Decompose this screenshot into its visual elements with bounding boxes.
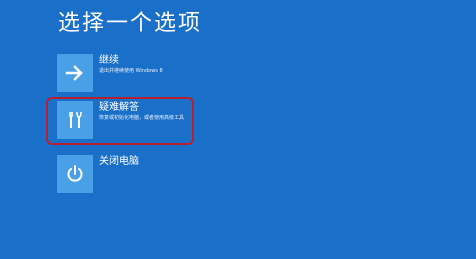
shutdown-tile[interactable] [57, 155, 93, 193]
continue-description: 退出并继续使用 Windows 8 [99, 68, 163, 74]
troubleshoot-option[interactable]: 疑难解答 恢复或初始化电脑，或者使用高级工具 [57, 101, 357, 143]
tools-icon [69, 111, 82, 128]
shutdown-label: 关闭电脑 [99, 156, 139, 167]
power-icon [67, 165, 83, 182]
arrow-right-icon [65, 65, 83, 81]
continue-tile[interactable] [57, 54, 93, 92]
troubleshoot-label: 疑难解答 [99, 102, 139, 113]
shutdown-option[interactable]: 关闭电脑 [57, 155, 357, 197]
continue-label: 继续 [99, 55, 119, 66]
troubleshoot-tile[interactable] [57, 101, 93, 139]
page-title: 选择一个选项 [58, 11, 203, 36]
troubleshoot-description: 恢复或初始化电脑，或者使用高级工具 [99, 115, 185, 121]
continue-option[interactable]: 继续 退出并继续使用 Windows 8 [57, 54, 357, 96]
